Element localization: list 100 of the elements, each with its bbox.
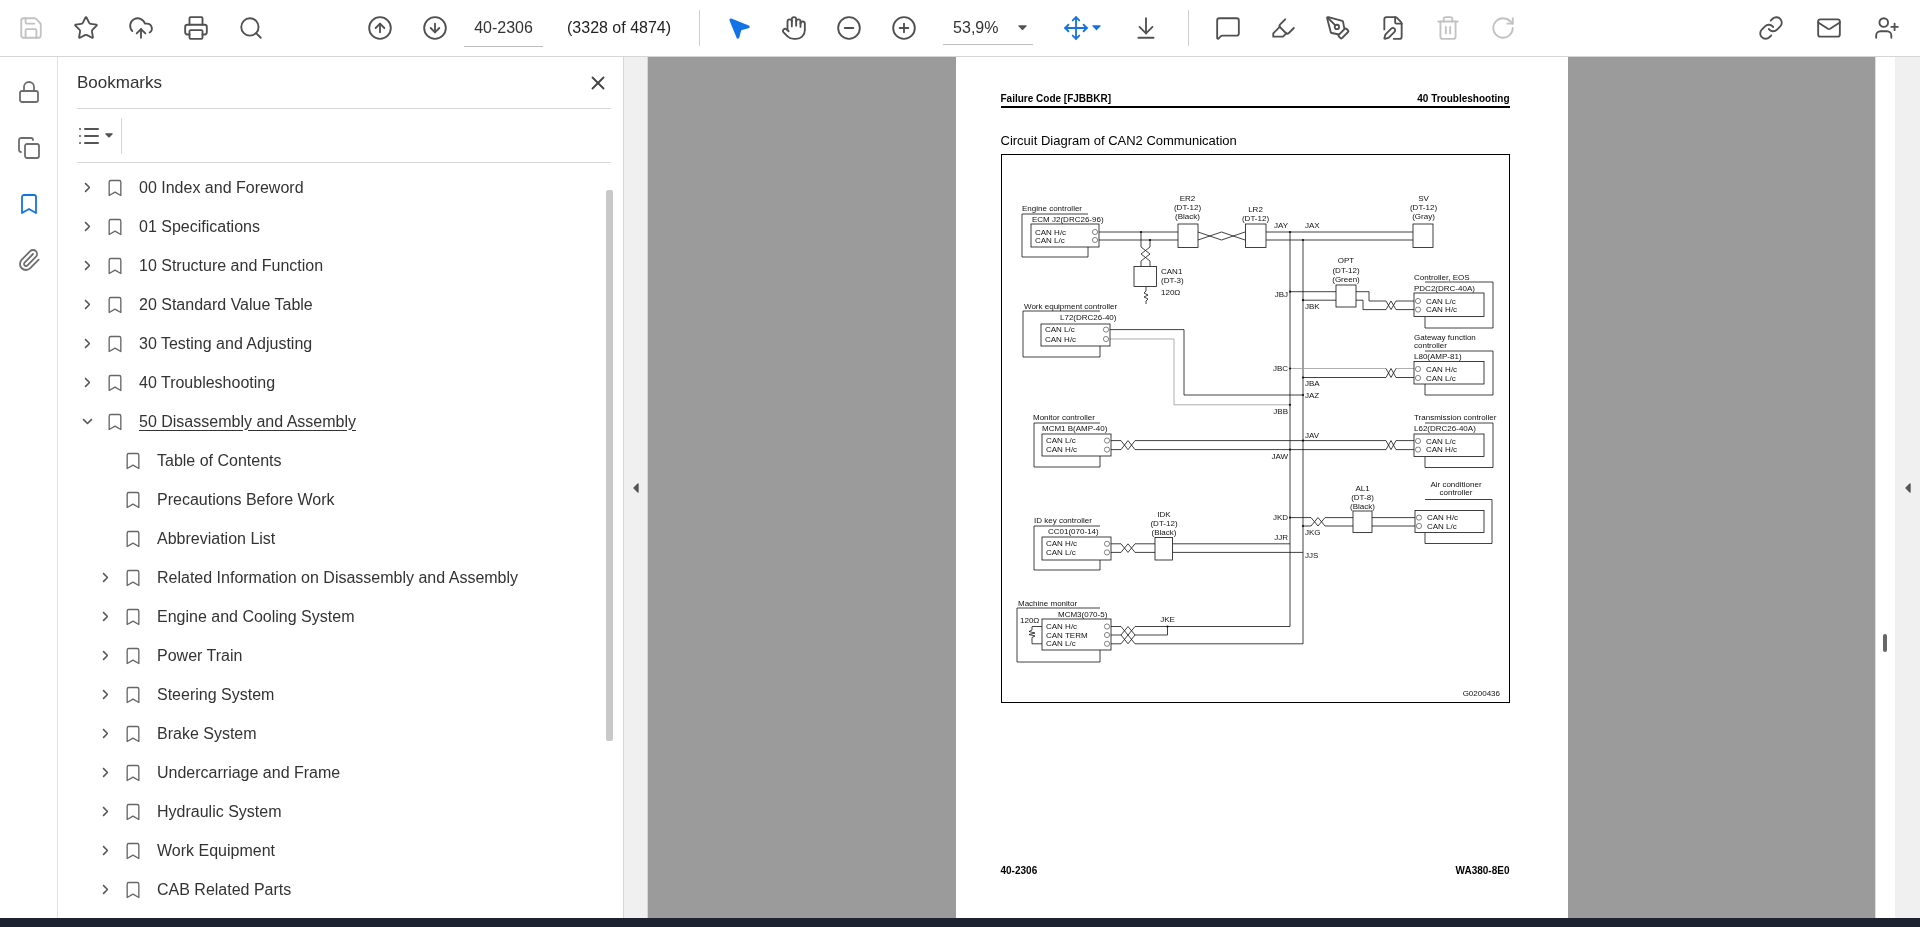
page-header: Failure Code [FJBBKR]: [1000, 93, 1112, 104]
wire: [1149, 260, 1150, 267]
bookmark-item[interactable]: Related Information on Disassembly and Assembly: [157, 568, 519, 587]
connector-label: (DT-12): [1409, 202, 1437, 212]
bookmark-item[interactable]: 30 Testing and Adjusting: [139, 334, 313, 353]
connector-plug: [1352, 510, 1372, 533]
pen-icon: [1325, 15, 1352, 41]
wire: [1110, 440, 1121, 441]
connector-label: (DT-3): [1160, 275, 1184, 285]
wire: [1143, 286, 1148, 305]
cloud-upload-icon: [128, 15, 154, 41]
connector-label: L72(DRC26-40): [1059, 313, 1116, 322]
chevron-down-icon: [81, 418, 93, 425]
bookmark-item[interactable]: Precautions Before Work: [157, 490, 335, 509]
options-button[interactable]: [77, 117, 122, 154]
chevron-right-icon: [101, 611, 109, 622]
bookmark-item[interactable]: CAB Related Parts: [157, 880, 292, 899]
device-title: Gateway function: [1413, 333, 1476, 342]
signal-label: CAN L/c: [1044, 325, 1075, 335]
junction-label: JBA: [1304, 379, 1320, 388]
star-icon: [73, 15, 99, 41]
chevron-right-icon: [101, 884, 109, 895]
scrollbar-thumb[interactable]: [1883, 634, 1887, 652]
right-pane-handle[interactable]: [1895, 57, 1920, 918]
search-icon: [238, 15, 264, 41]
signal-label: CAN H/c: [1425, 305, 1457, 315]
page-number-field[interactable]: 40-2306: [464, 9, 543, 47]
connector-label: CAN1: [1160, 266, 1182, 276]
bookmark-item[interactable]: Brake System: [157, 724, 257, 743]
signal-label: CAN L/c: [1425, 436, 1456, 446]
chevron-right-icon: [83, 377, 91, 388]
page-footer: 40-2306: [1000, 865, 1038, 876]
bookmark-item[interactable]: Table of Contents: [157, 451, 282, 470]
page-footer: WA380-8E0: [1455, 865, 1510, 876]
signal-label: CAN H/c: [1045, 622, 1077, 631]
arrow-up-icon: [367, 15, 393, 41]
connector-block: [1413, 361, 1484, 385]
junction-dot: [1288, 290, 1291, 293]
hand-icon: [781, 15, 808, 41]
bookmark-item[interactable]: Power Train: [157, 646, 243, 665]
connector-block: [1030, 223, 1099, 248]
junction-label: JBK: [1304, 301, 1320, 311]
highlighter-icon: [1270, 15, 1297, 41]
bookmark-item[interactable]: 01 Specifications: [139, 217, 260, 236]
wire: [1110, 626, 1121, 627]
twisted-pair-mark: [1120, 626, 1135, 636]
chevron-right-icon: [101, 572, 109, 583]
connector-label: (DT-12): [1173, 202, 1201, 212]
connector-label: (Black): [1174, 211, 1200, 221]
junction-dot: [1165, 625, 1169, 628]
connector-label: MCM1 B(AMP-40): [1041, 424, 1107, 433]
twisted-pair-mark: [1140, 246, 1150, 262]
bookmark-item[interactable]: Steering System: [157, 685, 275, 704]
connector-block: [1413, 292, 1484, 317]
caret-icon: [1018, 24, 1028, 31]
junction-dot: [1288, 448, 1291, 451]
device-title: ID key controller: [1033, 516, 1092, 525]
chevron-right-icon: [101, 845, 109, 856]
bookmark-item[interactable]: 40 Troubleshooting: [139, 373, 276, 392]
junction-label: JJR: [1273, 532, 1288, 542]
device-title: controller: [1439, 487, 1472, 497]
bookmark-item[interactable]: 50 Disassembly and Assembly: [139, 412, 356, 431]
connector-block: [1041, 536, 1111, 561]
bookmark-item[interactable]: Work Equipment: [157, 841, 275, 860]
chevron-right-icon: [83, 221, 91, 232]
signal-label: CAN H/c: [1426, 513, 1458, 523]
device-frame: [1033, 525, 1100, 571]
bookmark-item[interactable]: Undercarriage and Frame: [157, 763, 341, 782]
bookmark-item[interactable]: Hydraulic System: [157, 802, 282, 821]
connector-block: [1414, 510, 1484, 533]
junction-label: JAZ: [1304, 390, 1319, 400]
collapse-handle[interactable]: [623, 57, 648, 918]
twisted-pair-mark: [1385, 300, 1396, 310]
connector-label: (DT-12): [1149, 518, 1178, 528]
connector-label: MCM3(070-5): [1057, 609, 1107, 619]
signal-label: CAN L/c: [1425, 296, 1456, 306]
device-title: Air conditioner: [1429, 479, 1482, 489]
bookmark-item[interactable]: Engine and Cooling System: [157, 607, 355, 626]
user-add-icon: [1874, 15, 1900, 41]
chevron-right-icon: [101, 806, 109, 817]
bookmark-item[interactable]: 20 Standard Value Table: [139, 295, 313, 314]
page-count: (3328 of 4874): [567, 19, 672, 37]
device-title: Work equipment controller: [1023, 301, 1117, 311]
bookmark-item[interactable]: 10 Structure and Function: [139, 256, 324, 275]
wire: [1140, 260, 1141, 267]
bookmark-item[interactable]: 00 Index and Foreword: [139, 178, 304, 197]
connector-block: [1040, 323, 1110, 347]
collapse-arrow-icon: [632, 482, 639, 493]
device-title: Controller, EOS: [1413, 272, 1470, 282]
signal-label: CAN H/c: [1045, 445, 1077, 455]
lock-icon: [16, 80, 41, 104]
connector-label: ECM J2(DRC26-96): [1031, 215, 1104, 224]
connector-plug: [1244, 223, 1266, 248]
connector-label: CC01(070-14): [1047, 527, 1099, 536]
junction-dot: [1301, 439, 1304, 442]
scrollbar-thumb[interactable]: [606, 190, 613, 741]
device-title: Transmission controller: [1413, 413, 1496, 422]
zoom-field[interactable]: 53,9%: [943, 11, 1034, 45]
bookmark-item[interactable]: Abbreviation List: [157, 529, 276, 548]
caret-icon: [105, 133, 113, 138]
